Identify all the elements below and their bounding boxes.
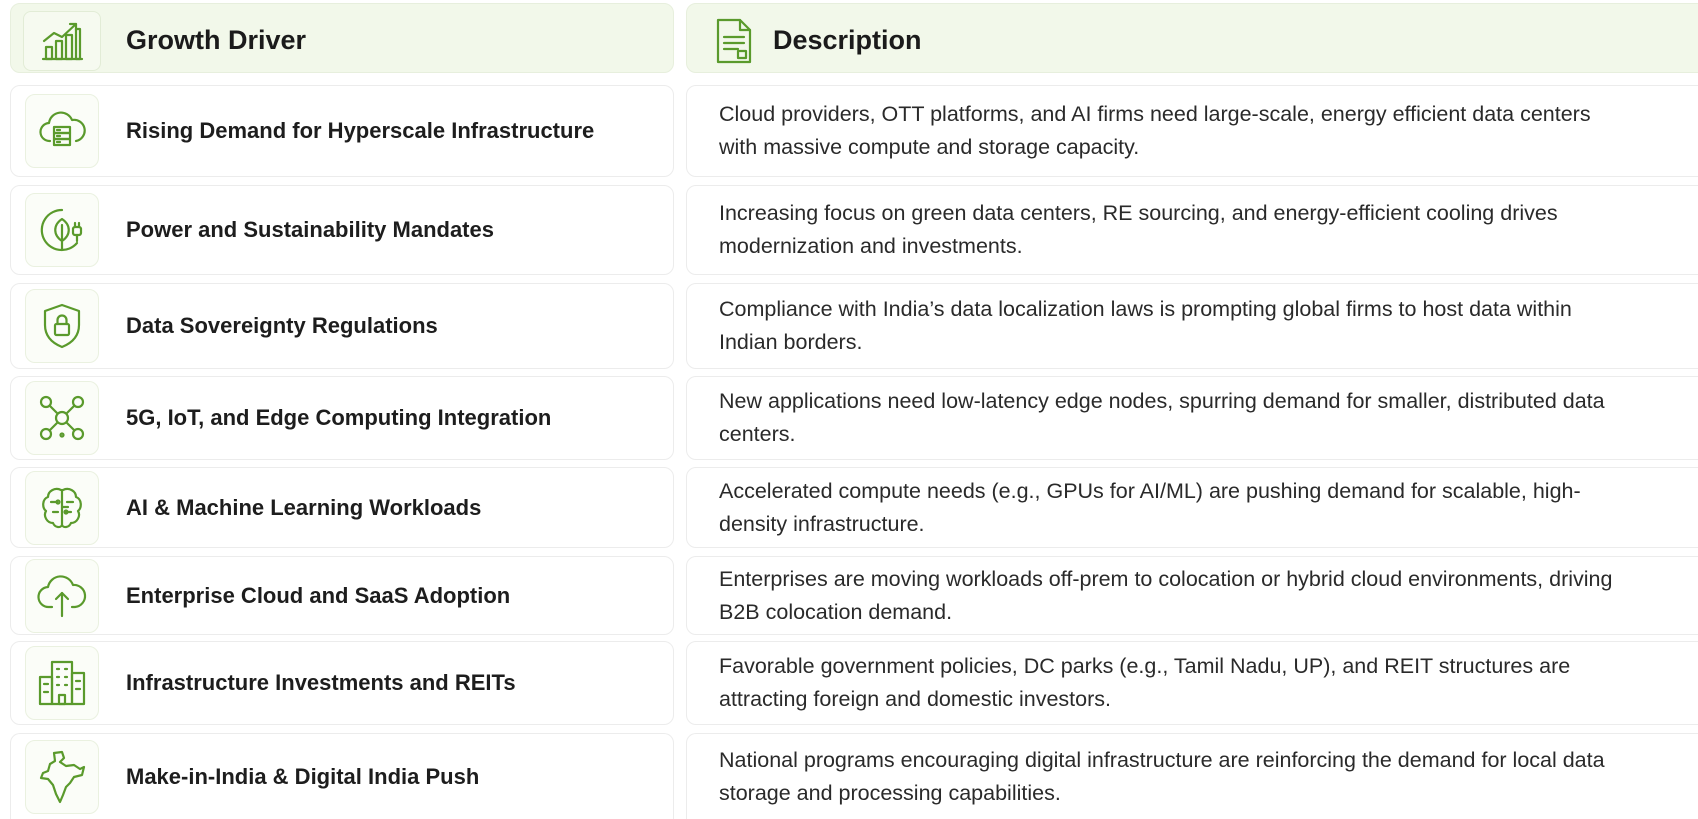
buildings-icon xyxy=(25,646,99,720)
driver-title: Infrastructure Investments and REITs xyxy=(126,670,516,695)
description-cell: Favorable government policies, DC parks … xyxy=(686,641,1698,725)
growth-drivers-table: Growth Driver Description Rising Demand … xyxy=(0,0,1698,819)
driver-cell: AI & Machine Learning Workloads xyxy=(10,467,674,548)
driver-title: Rising Demand for Hyperscale Infrastruct… xyxy=(126,118,595,143)
driver-title: Power and Sustainability Mandates xyxy=(126,217,494,242)
driver-cell: Infrastructure Investments and REITs xyxy=(10,641,674,725)
description-header-cell: Description xyxy=(686,3,1698,73)
description-cell: Compliance with India’s data localizatio… xyxy=(686,283,1698,369)
description-cell: Enterprises are moving workloads off-pre… xyxy=(686,556,1698,635)
driver-title: Make-in-India & Digital India Push xyxy=(126,763,480,789)
driver-cell: 5G, IoT, and Edge Computing Integration xyxy=(10,376,674,460)
driver-cell: Power and Sustainability Mandates xyxy=(10,185,674,275)
brain-circuit-icon xyxy=(25,470,99,545)
driver-description: Favorable government policies, DC parks … xyxy=(719,654,1571,711)
driver-description: New applications need low-latency edge n… xyxy=(719,389,1605,446)
document-icon xyxy=(711,16,757,66)
description-header-label: Description xyxy=(773,25,922,55)
description-cell: Accelerated compute needs (e.g., GPUs fo… xyxy=(686,467,1698,548)
india-map-icon xyxy=(25,739,99,814)
network-nodes-icon xyxy=(25,381,99,455)
driver-cell: Enterprise Cloud and SaaS Adoption xyxy=(10,556,674,635)
driver-title: Enterprise Cloud and SaaS Adoption xyxy=(126,582,511,608)
driver-title: Data Sovereignty Regulations xyxy=(126,313,438,338)
driver-description: Accelerated compute needs (e.g., GPUs fo… xyxy=(719,478,1581,536)
bar-chart-growth-icon xyxy=(23,11,101,71)
driver-header-cell: Growth Driver xyxy=(10,3,674,73)
description-cell: Increasing focus on green data centers, … xyxy=(686,185,1698,275)
driver-description: Increasing focus on green data centers, … xyxy=(719,201,1558,258)
cloud-server-icon xyxy=(25,94,99,168)
driver-cell: Make-in-India & Digital India Push xyxy=(10,733,674,819)
leaf-plug-icon xyxy=(25,193,99,267)
shield-lock-icon xyxy=(25,289,99,363)
driver-title: AI & Machine Learning Workloads xyxy=(126,494,482,520)
description-cell: National programs encouraging digital in… xyxy=(686,733,1698,819)
description-cell: Cloud providers, OTT platforms, and AI f… xyxy=(686,85,1698,177)
description-cell: New applications need low-latency edge n… xyxy=(686,376,1698,460)
driver-cell: Rising Demand for Hyperscale Infrastruct… xyxy=(10,85,674,177)
driver-description: Compliance with India’s data localizatio… xyxy=(719,297,1572,354)
cloud-upload-icon xyxy=(25,558,99,633)
driver-description: Cloud providers, OTT platforms, and AI f… xyxy=(719,102,1591,159)
driver-cell: Data Sovereignty Regulations xyxy=(10,283,674,369)
driver-title: 5G, IoT, and Edge Computing Integration xyxy=(126,405,552,430)
driver-description: Enterprises are moving workloads off-pre… xyxy=(719,566,1613,624)
driver-header-label: Growth Driver xyxy=(126,25,307,55)
driver-description: National programs encouraging digital in… xyxy=(719,747,1605,805)
